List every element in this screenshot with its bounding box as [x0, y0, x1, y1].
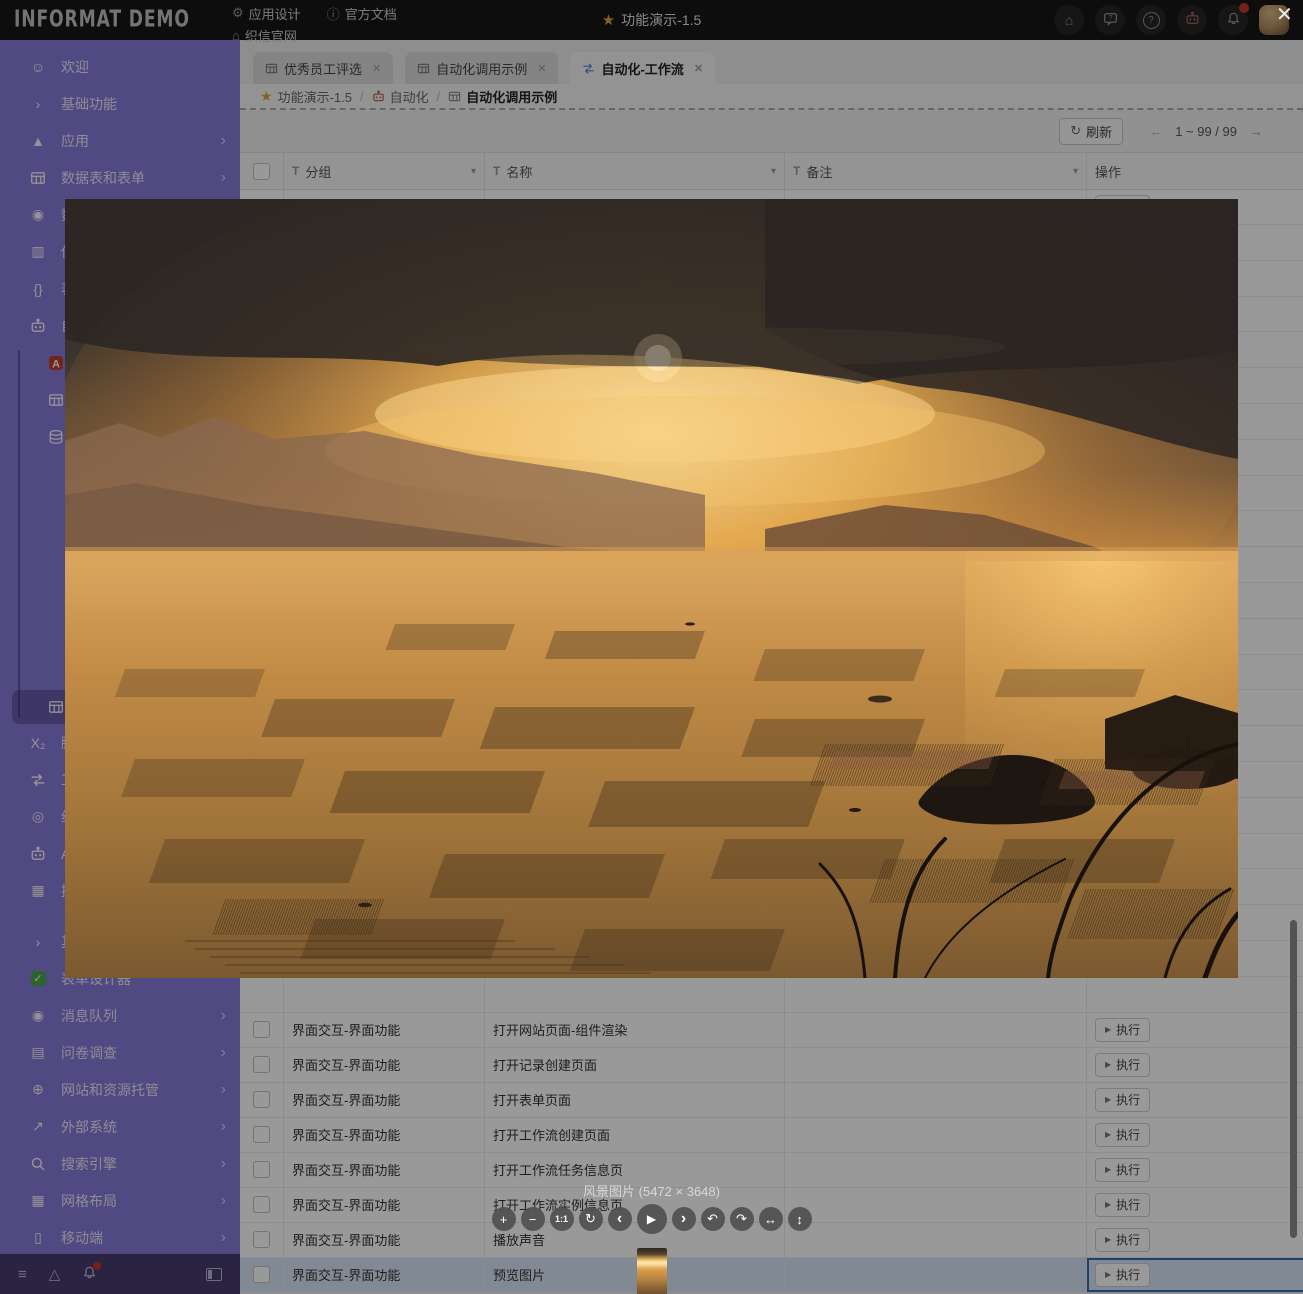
image-viewer-toolbar: +−1:1↻‹▶›↶↷↔↕	[0, 1204, 1303, 1234]
flip-horizontal-button[interactable]: ↔	[759, 1207, 783, 1231]
rotate-button[interactable]: ↻	[579, 1207, 603, 1231]
rotate-right-button[interactable]: ↷	[730, 1207, 754, 1231]
flip-vertical-button[interactable]: ↕	[788, 1207, 812, 1231]
rotate-left-button[interactable]: ↶	[701, 1207, 725, 1231]
next-image-button[interactable]: ›	[672, 1207, 696, 1231]
zoom-out-button[interactable]: −	[521, 1207, 545, 1231]
app-root: INFORMAT DEMO ⚙应用设计ⓘ官方文档⌂织信官网 ★ 功能演示-1.5…	[0, 0, 1303, 1294]
image-caption: 风景图片 (5472 × 3648)	[0, 1181, 1303, 1200]
preview-image[interactable]	[65, 199, 1238, 978]
play-button[interactable]: ▶	[637, 1204, 667, 1234]
close-icon[interactable]: ✕	[1276, 5, 1293, 25]
zoom-in-button[interactable]: +	[492, 1207, 516, 1231]
prev-image-button[interactable]: ‹	[608, 1207, 632, 1231]
image-thumbnail[interactable]	[637, 1248, 667, 1294]
actual-size-button[interactable]: 1:1	[550, 1207, 574, 1231]
thumbnail-strip	[0, 1248, 1303, 1294]
